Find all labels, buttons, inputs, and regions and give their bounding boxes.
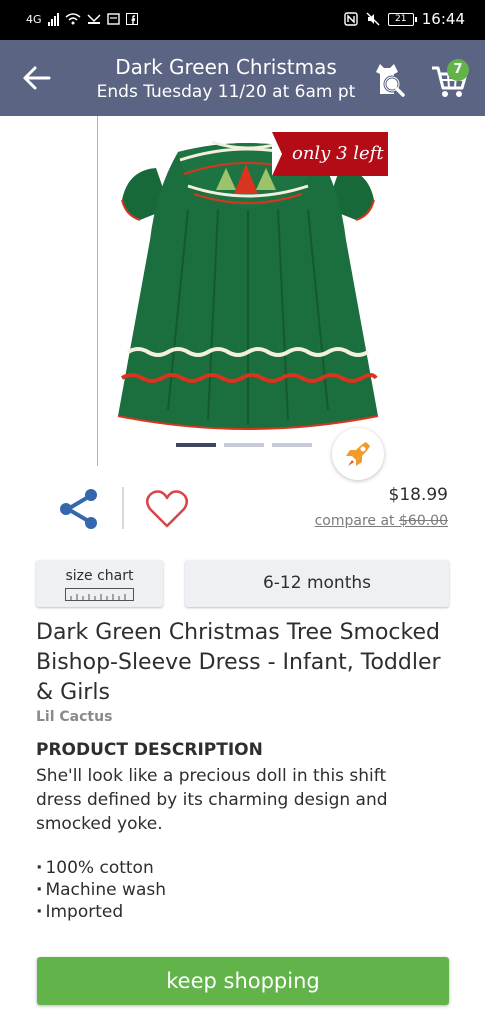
back-arrow-icon <box>23 66 51 90</box>
dress-search-icon <box>376 64 405 97</box>
feature-item: Imported <box>36 901 166 923</box>
share-icon <box>60 489 97 529</box>
description-heading: PRODUCT DESCRIPTION <box>36 740 263 760</box>
feature-item: Machine wash <box>36 879 166 901</box>
nfc-icon <box>344 12 358 26</box>
compare-label: compare at <box>314 513 395 529</box>
signal-icon <box>47 12 59 26</box>
sale-price: $18.99 <box>388 485 448 505</box>
compare-price-link[interactable]: compare at $60.00 <box>315 513 448 529</box>
cart-count-badge: 7 <box>447 59 469 81</box>
carousel-indicator <box>176 443 312 447</box>
keep-shopping-button[interactable]: keep shopping <box>37 957 449 1005</box>
status-left: 4G <box>26 12 138 26</box>
search-in-sale-button[interactable] <box>368 60 408 100</box>
rocket-icon <box>346 442 370 466</box>
mute-icon <box>366 12 380 26</box>
original-price: $60.00 <box>399 513 448 529</box>
back-button[interactable] <box>22 64 52 92</box>
product-title: Dark Green Christmas Tree Smocked Bishop… <box>36 620 441 705</box>
action-divider <box>122 487 124 529</box>
facebook-icon <box>125 13 138 25</box>
network-type: 4G <box>26 12 42 26</box>
carousel-dot[interactable] <box>224 443 264 447</box>
message-icon <box>106 13 120 25</box>
missed-call-icon <box>87 14 101 24</box>
wifi-icon <box>65 13 81 25</box>
rocket-button[interactable] <box>332 428 384 480</box>
size-chart-label: size chart <box>65 568 134 584</box>
sale-title: Dark Green Christmas <box>115 55 337 79</box>
size-selector[interactable]: 6-12 months <box>185 560 449 607</box>
heart-icon <box>146 490 188 528</box>
feature-list: 100% cotton Machine wash Imported <box>36 857 166 923</box>
clock: 16:44 <box>421 10 465 28</box>
share-button[interactable] <box>56 486 102 532</box>
stock-remaining-badge: only 3 left <box>272 132 388 176</box>
ruler-icon <box>65 588 134 601</box>
product-image-dress <box>117 140 379 430</box>
carousel-dot[interactable] <box>272 443 312 447</box>
battery-icon: 21 <box>387 12 417 26</box>
sale-end-time: Ends Tuesday 11/20 at 6am pt <box>96 82 356 102</box>
favorite-button[interactable] <box>144 488 190 530</box>
header-bar: Dark Green Christmas Ends Tuesday 11/20 … <box>0 40 485 116</box>
size-chart-button[interactable]: size chart <box>36 560 163 607</box>
status-bar: 4G 21 16:44 <box>0 0 485 40</box>
feature-item: 100% cotton <box>36 857 166 879</box>
status-right: 21 16:44 <box>344 10 465 28</box>
brand-name[interactable]: Lil Cactus <box>36 709 112 725</box>
image-edge-line <box>97 116 98 466</box>
carousel-dot[interactable] <box>176 443 216 447</box>
product-image-carousel[interactable]: only 3 left <box>0 116 485 480</box>
description-text: She'll look like a precious doll in this… <box>36 766 388 834</box>
